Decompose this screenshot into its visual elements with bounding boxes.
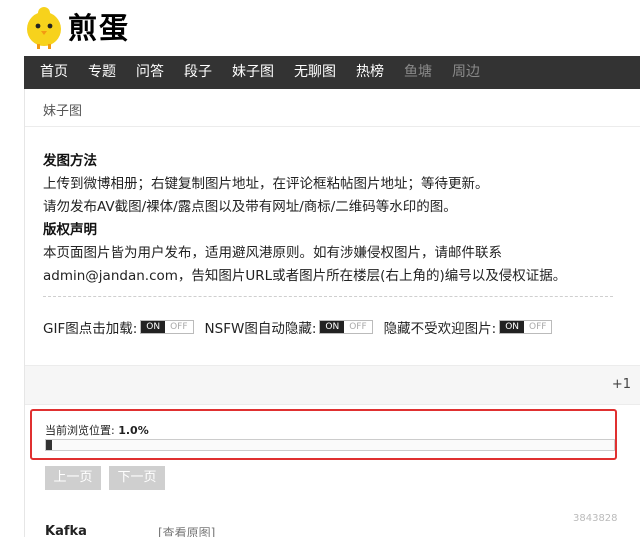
posting-rules: 发图方法 上传到微博相册；右键复制图片地址，在评论框粘帖图片地址；等待更新。 请… bbox=[43, 150, 633, 288]
option-nsfw-auto-hide: NSFW图自动隐藏: ON OFF bbox=[205, 317, 373, 337]
gif-click-load-toggle[interactable]: ON OFF bbox=[140, 320, 194, 334]
display-options: GIF图点击加载: ON OFF NSFW图自动隐藏: ON OFF 隐藏不受欢… bbox=[43, 317, 563, 337]
toggle-on[interactable]: ON bbox=[141, 321, 166, 333]
copyright-heading: 版权声明 bbox=[43, 222, 97, 238]
nav-item-pond[interactable]: 鱼塘 bbox=[394, 56, 442, 89]
option-hide-unpopular: 隐藏不受欢迎图片: ON OFF bbox=[384, 317, 553, 337]
page-title: 妹子图 bbox=[43, 104, 83, 119]
plus-one-button[interactable]: +1 bbox=[612, 377, 631, 392]
divider bbox=[25, 126, 640, 127]
nsfw-auto-hide-toggle[interactable]: ON OFF bbox=[319, 320, 373, 334]
prev-page-button[interactable]: 上一页 bbox=[45, 466, 101, 490]
dashed-divider bbox=[43, 296, 613, 297]
progress-fill bbox=[46, 440, 52, 450]
main-nav: 首页 专题 问答 段子 妹子图 无聊图 热榜 鱼塘 周边 bbox=[24, 56, 640, 89]
toggle-on[interactable]: ON bbox=[320, 321, 345, 333]
comment-id[interactable]: 3843828 bbox=[573, 513, 618, 524]
pagination: 上一页 下一页 bbox=[45, 466, 173, 490]
nav-item-jokes[interactable]: 段子 bbox=[174, 56, 222, 89]
browse-position-label: 当前浏览位置: 1.0% bbox=[45, 422, 149, 438]
copyright-line-2: admin@jandan.com，告知图片URL或者图片所在楼层(右上角的)编号… bbox=[43, 268, 567, 284]
post-method-line-2: 请勿发布AV截图/裸体/露点图以及带有网址/商标/二维码等水印的图。 bbox=[43, 199, 457, 215]
option-label: 隐藏不受欢迎图片: bbox=[383, 321, 497, 337]
hide-unpopular-toggle[interactable]: ON OFF bbox=[499, 320, 553, 334]
chick-logo-icon bbox=[27, 7, 61, 49]
nav-item-girl-pics[interactable]: 妹子图 bbox=[222, 56, 284, 89]
content-panel: 妹子图 发图方法 上传到微博相册；右键复制图片地址，在评论框粘帖图片地址；等待更… bbox=[24, 89, 640, 537]
nav-item-qa[interactable]: 问答 bbox=[126, 56, 174, 89]
browse-position-text: 当前浏览位置: bbox=[45, 424, 115, 437]
nav-item-hot[interactable]: 热榜 bbox=[346, 56, 394, 89]
option-gif-click-load: GIF图点击加载: ON OFF bbox=[43, 317, 194, 337]
copyright-line-1: 本页面图片皆为用户发布，适用避风港原则。如有涉嫌侵权图片，请邮件联系 bbox=[43, 245, 502, 261]
browse-position-value: 1.0% bbox=[118, 424, 149, 437]
logo-text: 煎蛋 bbox=[68, 11, 131, 45]
nav-item-topics[interactable]: 专题 bbox=[78, 56, 126, 89]
toggle-off[interactable]: OFF bbox=[344, 321, 372, 333]
nav-item-boring-pics[interactable]: 无聊图 bbox=[284, 56, 346, 89]
post-method-line-1: 上传到微博相册；右键复制图片地址，在评论框粘帖图片地址；等待更新。 bbox=[43, 176, 489, 192]
toggle-off[interactable]: OFF bbox=[524, 321, 552, 333]
post-method-heading: 发图方法 bbox=[43, 153, 97, 169]
option-label: NSFW图自动隐藏: bbox=[204, 321, 317, 337]
option-label: GIF图点击加载: bbox=[43, 321, 138, 337]
nav-item-merch[interactable]: 周边 bbox=[442, 56, 490, 89]
browse-progress-bar bbox=[45, 439, 615, 451]
toggle-on[interactable]: ON bbox=[500, 321, 525, 333]
view-original-link[interactable]: [查看原图] bbox=[158, 524, 215, 537]
action-toolbar: +1 bbox=[25, 365, 640, 405]
next-page-button[interactable]: 下一页 bbox=[109, 466, 165, 490]
site-logo[interactable]: 煎蛋 bbox=[22, 4, 152, 50]
nav-item-home[interactable]: 首页 bbox=[30, 56, 78, 89]
toggle-off[interactable]: OFF bbox=[165, 321, 193, 333]
comment-author: Kafka bbox=[45, 524, 87, 537]
